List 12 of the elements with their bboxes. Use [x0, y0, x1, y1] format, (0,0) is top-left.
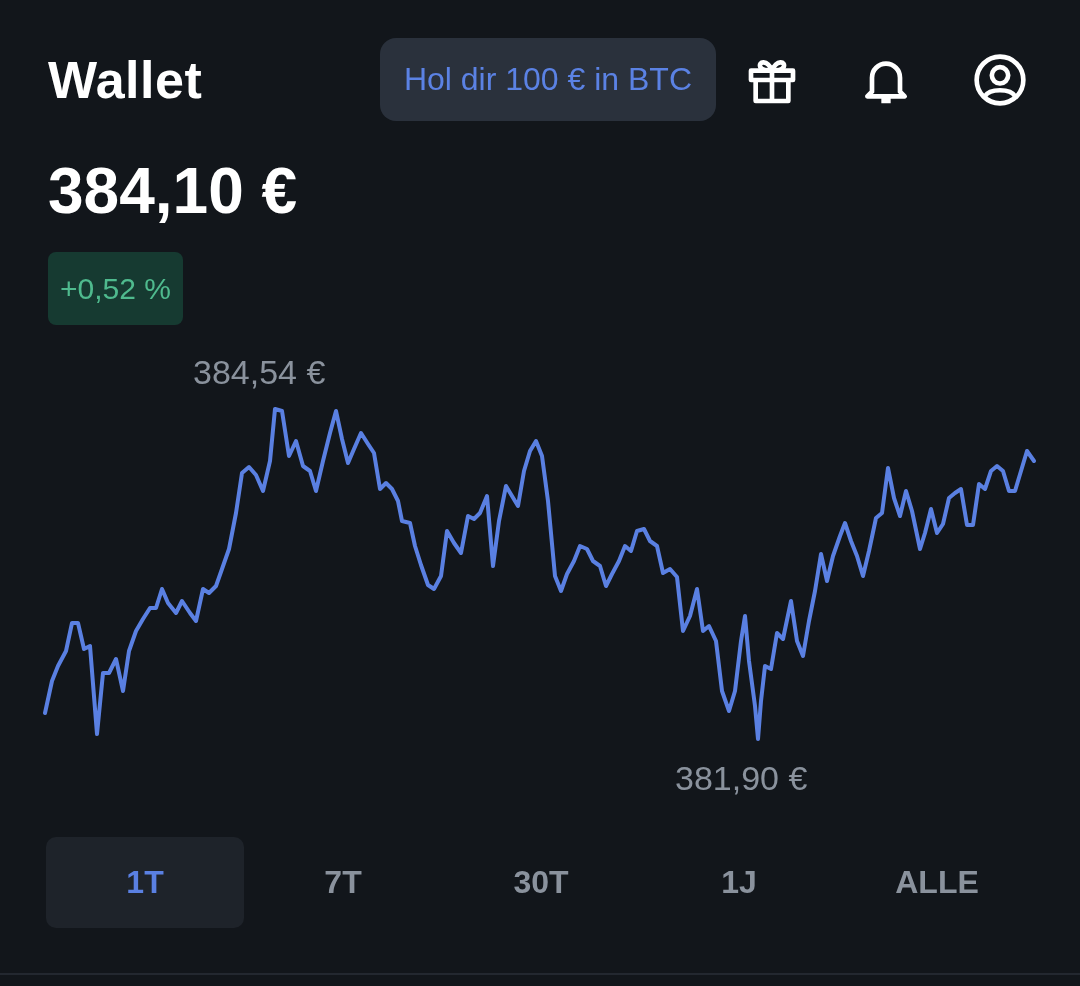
balance-amount: 384,10 €	[48, 159, 299, 223]
high-price-label: 384,54 €	[193, 353, 326, 392]
range-tab[interactable]: 1T	[46, 837, 244, 928]
change-badge: +0,52 %	[48, 252, 183, 325]
low-price-label: 381,90 €	[675, 759, 808, 798]
profile-icon[interactable]	[972, 51, 1028, 108]
range-tab[interactable]: 1J	[640, 837, 838, 928]
promo-button[interactable]: Hol dir 100 € in BTC	[379, 38, 716, 121]
range-tab[interactable]: 30T	[442, 837, 640, 928]
page-title: Wallet	[48, 49, 203, 110]
range-tab[interactable]: 7T	[244, 837, 442, 928]
range-tab[interactable]: ALLE	[838, 837, 1036, 928]
